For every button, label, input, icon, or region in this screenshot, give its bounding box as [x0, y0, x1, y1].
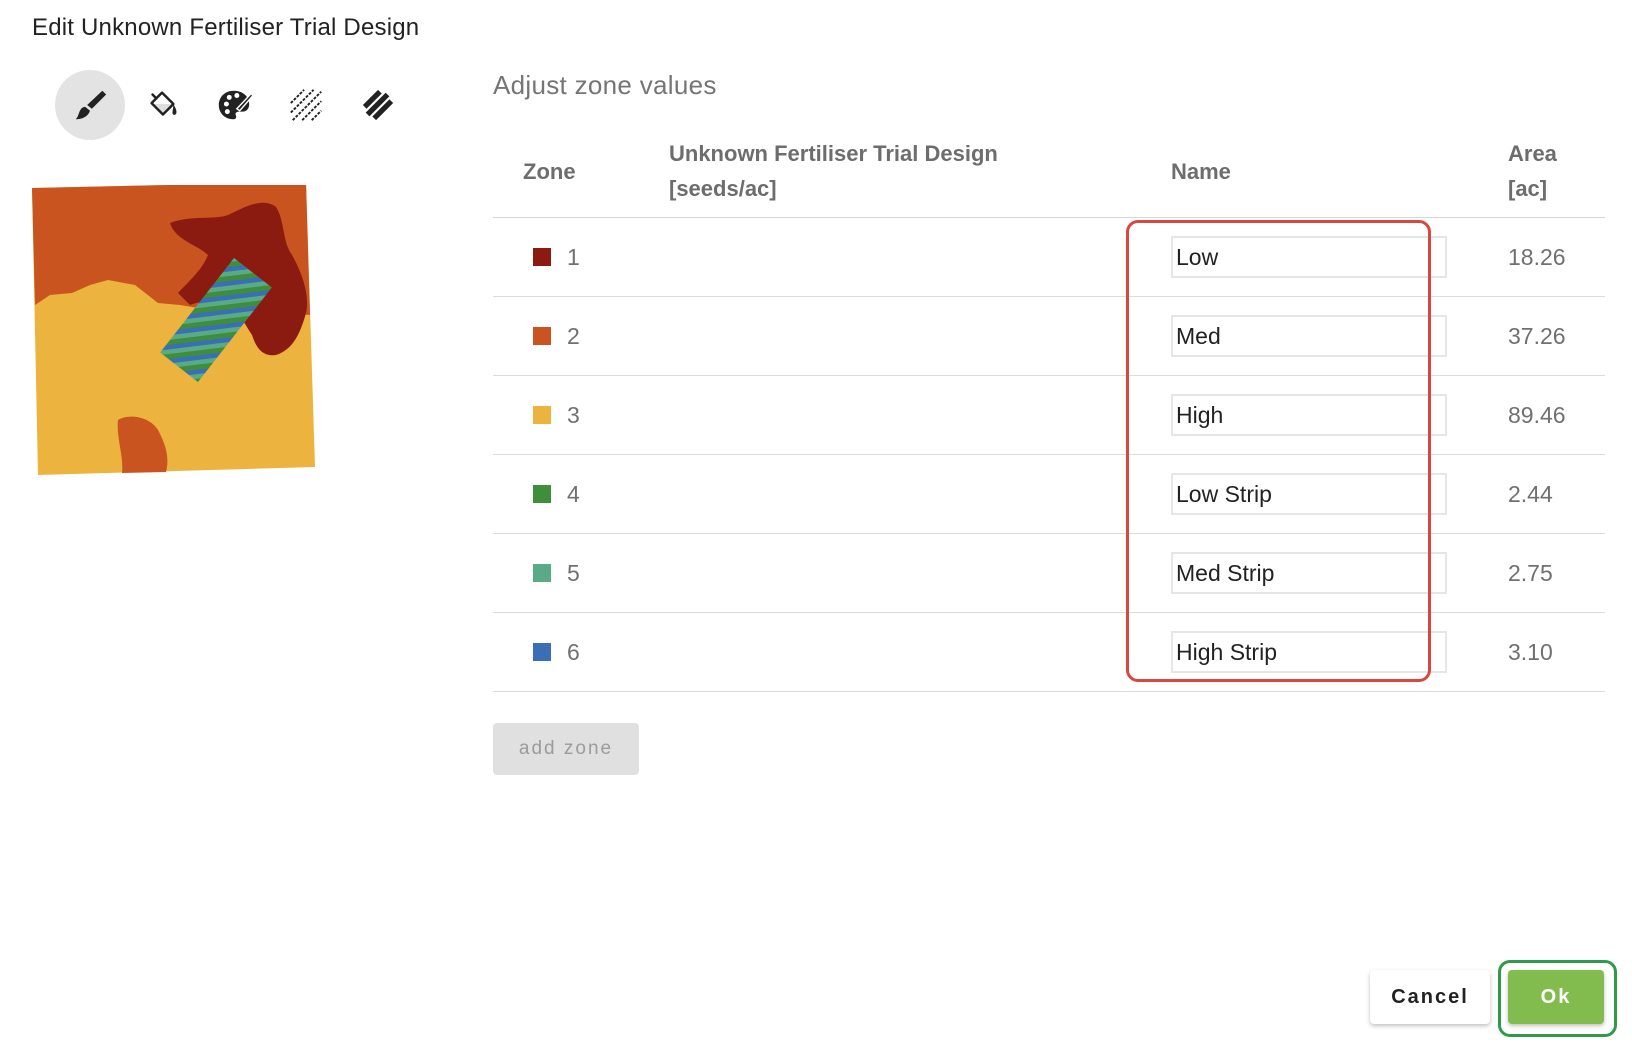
zone-area: 2.44: [1508, 454, 1605, 534]
zone-name-input[interactable]: [1171, 315, 1447, 357]
zone-cell: 5: [493, 533, 669, 613]
zone-name-input[interactable]: [1171, 236, 1447, 278]
zone-area: 18.26: [1508, 217, 1605, 297]
zones-section-title: Adjust zone values: [493, 70, 717, 100]
zone-name-input[interactable]: [1171, 552, 1447, 594]
zone-row: 42.44: [493, 454, 1605, 534]
zone-rate-cell: [669, 296, 1171, 376]
zone-rate-cell: [669, 533, 1171, 613]
ok-button[interactable]: Ok: [1508, 970, 1604, 1024]
zone-color-swatch[interactable]: [533, 485, 551, 503]
zones-table-header: Zone Unknown Fertiliser Trial Design [se…: [493, 125, 1605, 218]
palette-tool[interactable]: [199, 70, 269, 140]
zone-name-input[interactable]: [1171, 631, 1447, 673]
zone-cell: 4: [493, 454, 669, 534]
zone-cell: 3: [493, 375, 669, 455]
paint-brush-icon: [75, 90, 107, 120]
cancel-button[interactable]: Cancel: [1370, 970, 1490, 1024]
header-rate: Unknown Fertiliser Trial Design [seeds/a…: [669, 125, 1171, 218]
thin-stripes-tool[interactable]: [271, 70, 341, 140]
zone-number: 4: [567, 480, 580, 507]
zone-number: 6: [567, 638, 580, 665]
zone-area: 3.10: [1508, 612, 1605, 692]
zone-cell: 6: [493, 612, 669, 692]
zone-area: 89.46: [1508, 375, 1605, 455]
zones-table: Zone Unknown Fertiliser Trial Design [se…: [493, 125, 1605, 692]
zone-name-cell: [1171, 375, 1508, 455]
zone-number: 1: [567, 243, 580, 270]
zone-number: 5: [567, 559, 580, 586]
zone-name-input[interactable]: [1171, 473, 1447, 515]
zone-color-swatch[interactable]: [533, 248, 551, 266]
zone-number: 3: [567, 401, 580, 428]
zone-rate-cell: [669, 454, 1171, 534]
thick-stripes-icon: [362, 89, 394, 121]
edit-trial-design-dialog: Edit Unknown Fertiliser Trial Design Adj…: [0, 0, 1632, 1049]
palette-icon: [218, 90, 253, 120]
zone-color-swatch[interactable]: [533, 564, 551, 582]
add-zone-button[interactable]: add zone: [493, 723, 639, 775]
zone-row: 237.26: [493, 296, 1605, 376]
dialog-title: Edit Unknown Fertiliser Trial Design: [32, 14, 420, 41]
zone-name-cell: [1171, 217, 1508, 297]
header-name: Name: [1171, 125, 1508, 218]
zone-color-swatch[interactable]: [533, 327, 551, 345]
zone-row: 118.26: [493, 217, 1605, 297]
zone-cell: 1: [493, 217, 669, 297]
header-area: Area [ac]: [1508, 125, 1605, 218]
zone-area: 2.75: [1508, 533, 1605, 613]
zone-name-cell: [1171, 454, 1508, 534]
fill-bucket-tool[interactable]: [127, 70, 197, 140]
zone-rate-cell: [669, 217, 1171, 297]
zone-name-cell: [1171, 533, 1508, 613]
zone-rate-cell: [669, 612, 1171, 692]
zone-name-cell: [1171, 296, 1508, 376]
zone-name-cell: [1171, 612, 1508, 692]
zone-color-swatch[interactable]: [533, 643, 551, 661]
zone-name-input[interactable]: [1171, 394, 1447, 436]
zone-cell: 2: [493, 296, 669, 376]
zone-color-swatch[interactable]: [533, 406, 551, 424]
zone-rate-cell: [669, 375, 1171, 455]
zone-area: 37.26: [1508, 296, 1605, 376]
zone-row: 52.75: [493, 533, 1605, 613]
thin-stripes-icon: [290, 89, 322, 121]
paint-bucket-icon: [150, 91, 177, 116]
zone-row: 63.10: [493, 612, 1605, 692]
zone-number: 2: [567, 322, 580, 349]
header-zone: Zone: [493, 125, 669, 218]
zone-row: 389.46: [493, 375, 1605, 455]
field-zone-map[interactable]: [30, 185, 330, 495]
paint-brush-tool[interactable]: [55, 70, 125, 140]
thick-stripes-tool[interactable]: [343, 70, 413, 140]
drawing-toolbar: [55, 70, 413, 140]
